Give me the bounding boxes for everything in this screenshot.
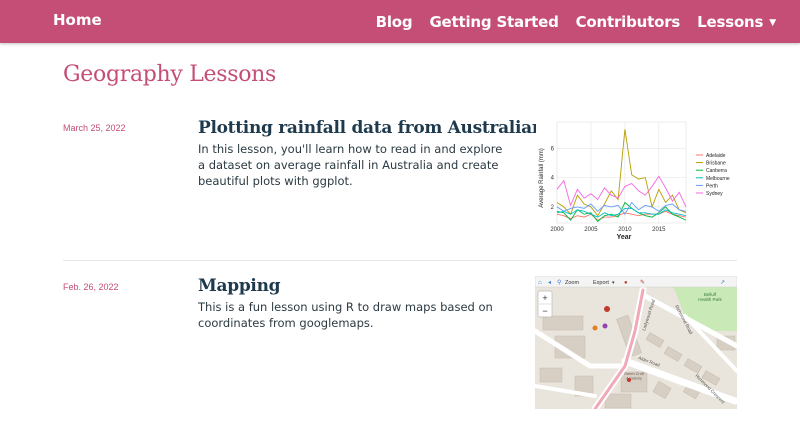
zoom-in-button[interactable]: + [542, 293, 547, 303]
chart-legend-label: Perth [706, 183, 718, 189]
chart-legend-label: Canberra [706, 168, 727, 174]
poi-marker-icon[interactable] [602, 323, 608, 329]
chart-x-tick-label: 2005 [584, 227, 598, 233]
zoom-icon[interactable]: ⚲ [557, 279, 561, 286]
home-icon[interactable]: ⌂ [538, 280, 542, 286]
chart-x-tick-label: 2015 [652, 227, 666, 233]
home-link[interactable]: Home [53, 11, 102, 29]
top-navbar: Home Blog Getting Started Contributors L… [0, 0, 800, 43]
chart-legend-label: Adelaide [706, 153, 726, 159]
lesson-divider [63, 260, 737, 261]
chart-y-axis-label: Average Rainfall (mm) [539, 148, 545, 208]
map-screenshot: Bellulf Health Park Ladywood Road Richmo… [535, 276, 737, 409]
brush-icon[interactable]: ✎ [640, 279, 645, 286]
lesson-date: March 25, 2022 [63, 123, 126, 133]
lesson-title-link[interactable]: Mapping [198, 276, 281, 296]
lesson-description: In this lesson, you'll learn how to read… [198, 142, 503, 188]
nav-contributors-link[interactable]: Contributors [576, 13, 681, 31]
publish-icon[interactable]: ↗ [720, 280, 725, 286]
poi-marker-icon[interactable] [627, 378, 631, 382]
export-button[interactable]: Export [593, 280, 609, 286]
rainfall-line-chart: 2462000 2005 2010 2015 AdelaideBrisbaneCanb… [536, 118, 736, 243]
chart-legend-label: Brisbane [706, 161, 726, 167]
nav-links: Blog Getting Started Contributors Lesson… [376, 13, 777, 31]
zoom-out-button[interactable]: − [542, 306, 547, 316]
poi-marker-icon[interactable] [592, 325, 598, 331]
chart-x-axis-label: Year [617, 234, 632, 241]
nav-lessons-dropdown[interactable]: Lessons ▼ [697, 13, 776, 31]
chart-x-tick-label: 2000 [550, 227, 564, 233]
nav-blog-link[interactable]: Blog [376, 13, 413, 31]
page-title: Geography Lessons [63, 62, 277, 87]
chart-legend-label: Sydney [706, 191, 723, 197]
stop-icon[interactable]: ● [624, 280, 628, 286]
lesson-date: Feb. 26, 2022 [63, 282, 119, 292]
back-icon[interactable]: ◂ [548, 280, 551, 286]
lesson-description: This is a fun lesson using R to draw map… [198, 300, 493, 330]
chart-x-tick-label: 2010 [618, 227, 632, 233]
nav-getting-started-link[interactable]: Getting Started [429, 13, 558, 31]
map-thumbnail[interactable]: Bellulf Health Park Ladywood Road Richmo… [535, 276, 737, 409]
chevron-down-icon: ▼ [769, 18, 776, 28]
nav-lessons-label: Lessons [697, 13, 764, 31]
rainfall-chart-thumbnail[interactable]: 2 4 6 2000 2005 2010 2015 Adelaide Brisbane Canb… [536, 118, 736, 243]
zoom-button[interactable]: Zoom [565, 280, 579, 286]
chart-legend-label: Melbourne [706, 176, 730, 182]
poi-marker-icon[interactable] [604, 306, 610, 312]
